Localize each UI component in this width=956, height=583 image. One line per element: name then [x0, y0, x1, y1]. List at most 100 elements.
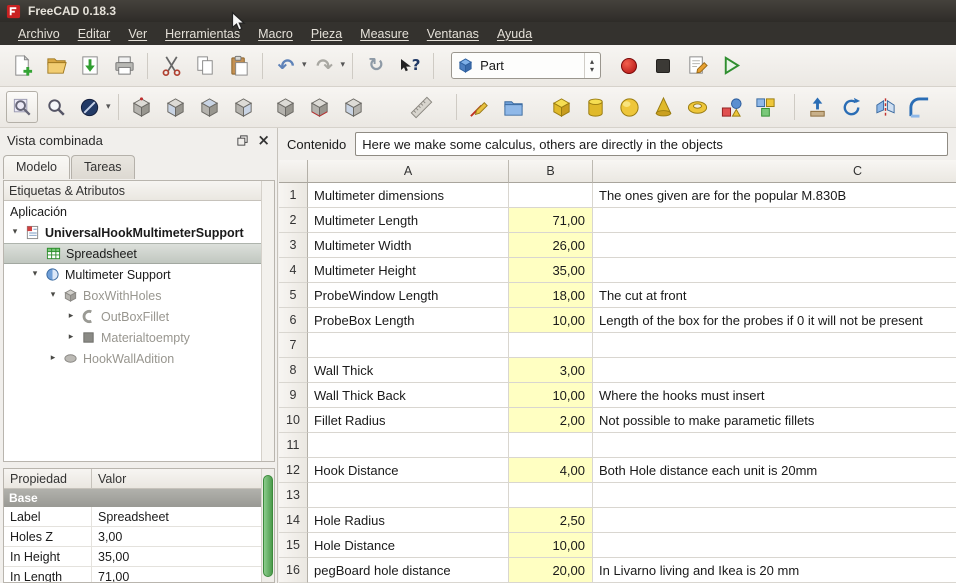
cell-c[interactable] [593, 533, 956, 558]
row-header[interactable]: 10 [279, 408, 308, 433]
cell-a[interactable] [308, 483, 509, 508]
fillet-button[interactable] [904, 91, 936, 123]
cell-a[interactable]: ProbeBox Length [308, 308, 509, 333]
cell-a[interactable]: Fillet Radius [308, 408, 509, 433]
property-value[interactable]: 35,00 [92, 547, 261, 566]
property-col-value[interactable]: Valor [92, 469, 274, 488]
tree-column-header[interactable]: Etiquetas & Atributos [4, 181, 274, 201]
cell-content-input[interactable] [355, 132, 948, 156]
cell-a[interactable]: pegBoard hole distance [308, 558, 509, 583]
expander-closed-icon[interactable]: ▸ [48, 354, 58, 363]
cell-a[interactable] [308, 433, 509, 458]
view-bottom-button[interactable] [304, 91, 336, 123]
row-header[interactable]: 9 [279, 383, 308, 408]
create-group-button[interactable] [498, 91, 530, 123]
row-header[interactable]: 5 [279, 283, 308, 308]
tree-item-out-box-fillet[interactable]: ▸ OutBoxFillet [4, 306, 274, 327]
tree-scrollbar[interactable] [261, 181, 274, 461]
undo-button[interactable]: ↶ [270, 50, 302, 82]
cell-b[interactable]: 20,00 [509, 558, 593, 583]
expander-closed-icon[interactable]: ▸ [66, 312, 76, 321]
measure-button[interactable] [406, 91, 438, 123]
part-torus-button[interactable] [682, 91, 714, 123]
view-front-button[interactable] [160, 91, 192, 123]
revolve-button[interactable] [836, 91, 868, 123]
whats-this-button[interactable]: ? [394, 50, 426, 82]
cell-a[interactable]: Wall Thick Back [308, 383, 509, 408]
shape-builder-button[interactable] [750, 91, 782, 123]
expander-open-icon[interactable]: ▾ [10, 228, 20, 237]
row-header[interactable]: 6 [279, 308, 308, 333]
part-sphere-button[interactable] [614, 91, 646, 123]
menu-herramientas[interactable]: Herramientas [157, 24, 248, 44]
cell-a[interactable]: Multimeter Length [308, 208, 509, 233]
new-document-button[interactable] [6, 50, 38, 82]
view-left-button[interactable] [338, 91, 370, 123]
close-panel-icon[interactable]: × [257, 132, 270, 148]
cell-a[interactable]: Multimeter dimensions [308, 183, 509, 208]
cell-c[interactable]: The cut at front [593, 283, 956, 308]
cell-a[interactable]: Wall Thick [308, 358, 509, 383]
tree-item-spreadsheet[interactable]: Spreadsheet [4, 243, 274, 264]
menu-pieza[interactable]: Pieza [303, 24, 350, 44]
tab-tareas[interactable]: Tareas [71, 155, 135, 179]
cell-b[interactable] [509, 433, 593, 458]
cell-c[interactable]: Not possible to make parametic fillets [593, 408, 956, 433]
property-row[interactable]: In Length 71,00 [4, 567, 261, 583]
expander-open-icon[interactable]: ▾ [30, 270, 40, 279]
cell-c[interactable] [593, 233, 956, 258]
row-header[interactable]: 8 [279, 358, 308, 383]
column-header-c[interactable]: C [593, 160, 956, 183]
expander-open-icon[interactable]: ▾ [48, 291, 58, 300]
cut-button[interactable] [155, 50, 187, 82]
cell-b[interactable]: 2,00 [509, 408, 593, 433]
cell-b[interactable]: 26,00 [509, 233, 593, 258]
save-button[interactable] [74, 50, 106, 82]
zoom-button[interactable] [40, 91, 72, 123]
column-header-a[interactable]: A [308, 160, 509, 183]
cell-c[interactable]: Both Hole distance each unit is 20mm [593, 458, 956, 483]
cell-c[interactable]: Length of the box for the probes if 0 it… [593, 308, 956, 333]
paste-button[interactable] [223, 50, 255, 82]
tree-item-hook-wall-adition[interactable]: ▸ HookWallAdition [4, 348, 274, 369]
draw-style-button[interactable] [74, 91, 106, 123]
property-scrollbar[interactable] [261, 469, 274, 582]
menu-ayuda[interactable]: Ayuda [489, 24, 540, 44]
cell-a[interactable] [308, 333, 509, 358]
cell-a[interactable]: Multimeter Height [308, 258, 509, 283]
cell-b[interactable]: 10,00 [509, 308, 593, 333]
row-header[interactable]: 3 [279, 233, 308, 258]
tab-modelo[interactable]: Modelo [3, 155, 70, 179]
cell-b[interactable]: 2,50 [509, 508, 593, 533]
property-row[interactable]: Label Spreadsheet [4, 507, 261, 527]
view-rear-button[interactable] [270, 91, 302, 123]
cell-a[interactable]: Hole Distance [308, 533, 509, 558]
property-value[interactable]: Spreadsheet [92, 507, 261, 526]
cell-b[interactable] [509, 183, 593, 208]
cell-b[interactable]: 10,00 [509, 383, 593, 408]
part-box-button[interactable] [546, 91, 578, 123]
cell-b[interactable]: 10,00 [509, 533, 593, 558]
select-all-corner[interactable] [279, 160, 308, 183]
cell-b[interactable]: 3,00 [509, 358, 593, 383]
extrude-button[interactable] [802, 91, 834, 123]
property-value[interactable]: 71,00 [92, 567, 261, 583]
row-header[interactable]: 4 [279, 258, 308, 283]
scrollbar-thumb[interactable] [263, 475, 273, 577]
cell-a[interactable]: Hole Radius [308, 508, 509, 533]
cell-c[interactable]: The ones given are for the popular M.830… [593, 183, 956, 208]
row-header[interactable]: 7 [279, 333, 308, 358]
cell-c[interactable] [593, 483, 956, 508]
part-primitives-button[interactable] [716, 91, 748, 123]
row-header[interactable]: 12 [279, 458, 308, 483]
cell-b[interactable]: 71,00 [509, 208, 593, 233]
cell-a[interactable]: Multimeter Width [308, 233, 509, 258]
tree-item-document[interactable]: ▾ UniversalHookMultimeterSupport [4, 222, 274, 243]
cell-c[interactable] [593, 433, 956, 458]
menu-macro[interactable]: Macro [250, 24, 301, 44]
redo-button[interactable]: ↷ [309, 50, 341, 82]
column-header-b[interactable]: B [509, 160, 593, 183]
cell-b[interactable] [509, 483, 593, 508]
tree-item-application[interactable]: Aplicación [4, 201, 274, 222]
redo-dropdown[interactable]: ▾ [341, 61, 346, 70]
